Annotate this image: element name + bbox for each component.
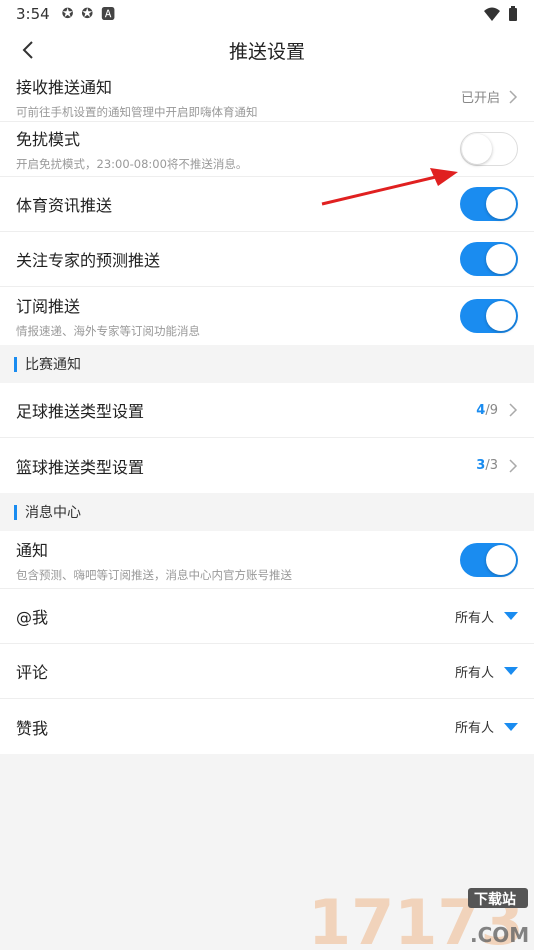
total-count: /9: [485, 402, 498, 418]
dropdown-arrow-icon[interactable]: [504, 667, 518, 675]
notification-toggle[interactable]: [460, 542, 518, 577]
app-a-icon: 🅰: [101, 7, 116, 23]
svg-text:下载站: 下载站: [474, 891, 516, 908]
dropdown-value: 所有人: [454, 665, 494, 681]
selection-count: 3/3: [476, 458, 498, 473]
row-label: 订阅推送: [16, 297, 81, 316]
expert-prediction-push-row: 关注专家的预测推送: [0, 232, 534, 287]
selected-count: 3: [476, 458, 486, 473]
watermark-logo: 17173 下载站 .COM: [308, 886, 529, 950]
row-label: 免扰模式: [16, 130, 81, 149]
toggle-knob: [462, 134, 492, 164]
chevron-right-icon: [509, 458, 518, 473]
dropdown-value: 所有人: [454, 610, 494, 626]
selected-count: 4: [476, 402, 486, 418]
app-notification-icon: ✪: [61, 6, 74, 22]
chevron-right-icon: [509, 89, 518, 104]
status-time: 3:54: [16, 5, 50, 23]
dropdown-arrow-icon[interactable]: [504, 612, 518, 620]
selection-count: 4/9: [476, 403, 498, 418]
toggle-knob: [486, 301, 516, 331]
section-accent-bar: [14, 356, 17, 372]
message-settings-group: 通知 包含预测、嗨吧等订阅推送，消息中心内官方账号推送 @我 所有人 评论 所有…: [0, 531, 534, 754]
row-label: 篮球推送类型设置: [16, 457, 145, 477]
svg-text:.COM: .COM: [470, 923, 529, 947]
row-label: 赞我: [16, 718, 49, 738]
comment-row[interactable]: 评论 所有人: [0, 644, 534, 699]
section-accent-bar: [14, 504, 17, 520]
section-title: 消息中心: [25, 505, 81, 521]
status-bar: 3:54 ✪ ✪ 🅰: [0, 0, 534, 28]
section-header-messages: 消息中心: [0, 493, 534, 531]
page-title: 推送设置: [228, 40, 305, 63]
match-settings-group: 足球推送类型设置 4/9 篮球推送类型设置 3/3: [0, 383, 534, 493]
basketball-push-type-row[interactable]: 篮球推送类型设置 3/3: [0, 438, 534, 493]
wifi-icon: [484, 7, 500, 21]
row-subtext: 情报速递、海外专家等订阅功能消息: [16, 324, 200, 338]
do-not-disturb-toggle[interactable]: [460, 132, 518, 166]
back-button[interactable]: [14, 36, 42, 64]
dropdown-arrow-icon[interactable]: [504, 722, 518, 731]
chevron-right-icon: [509, 403, 518, 417]
section-title: 比赛通知: [25, 357, 81, 373]
mention-me-row[interactable]: @我 所有人: [0, 589, 534, 644]
expert-prediction-push-toggle[interactable]: [460, 242, 518, 276]
row-label: 足球推送类型设置: [16, 402, 145, 421]
row-label: 通知: [16, 540, 49, 560]
likes-row[interactable]: 赞我 所有人: [0, 699, 534, 754]
sports-news-push-toggle[interactable]: [460, 187, 518, 221]
toggle-knob: [486, 244, 516, 274]
page-header: 推送设置: [0, 28, 534, 72]
row-label: 接收推送通知: [16, 77, 113, 97]
battery-icon: [509, 6, 517, 21]
row-label: 关注专家的预测推送: [16, 251, 161, 270]
receive-push-row[interactable]: 接收推送通知 可前往手机设置的通知管理中开启即嗨体育通知 已开启: [0, 72, 534, 122]
chevron-left-icon: [22, 41, 33, 59]
toggle-knob: [486, 189, 516, 219]
section-header-match: 比赛通知: [0, 345, 534, 383]
annotation-arrow-icon: [321, 168, 458, 206]
subscription-push-toggle[interactable]: [460, 299, 518, 333]
row-subtext: 可前往手机设置的通知管理中开启即嗨体育通知: [16, 104, 258, 119]
row-label: @我: [16, 608, 49, 627]
row-subtext: 包含预测、嗨吧等订阅推送，消息中心内官方账号推送: [16, 567, 292, 582]
notification-row: 通知 包含预测、嗨吧等订阅推送，消息中心内官方账号推送: [0, 531, 534, 589]
subscription-push-row: 订阅推送 情报速递、海外专家等订阅功能消息: [0, 287, 534, 345]
status-value: 已开启: [460, 91, 500, 106]
row-label: 评论: [16, 663, 49, 682]
football-push-type-row[interactable]: 足球推送类型设置 4/9: [0, 383, 534, 438]
toggle-knob: [486, 544, 516, 575]
total-count: /3: [485, 458, 498, 473]
app-notification-icon: ✪: [81, 6, 94, 22]
dropdown-value: 所有人: [454, 721, 494, 736]
